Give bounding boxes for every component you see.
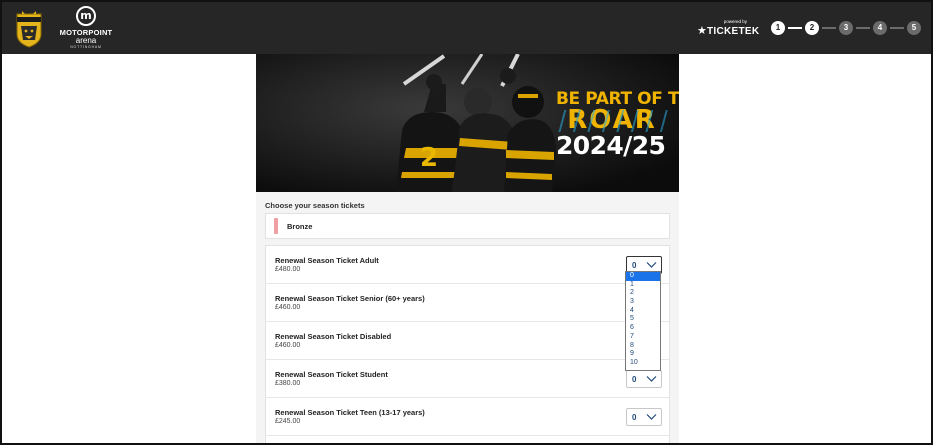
venue-sub: arena bbox=[75, 36, 97, 45]
ticket-price: £245.00 bbox=[275, 418, 301, 425]
ticket-row: Renewal Season Ticket Student £380.00 0 bbox=[266, 360, 669, 398]
ticket-price: £380.00 bbox=[275, 380, 301, 387]
ticket-row: Renewal Season Ticket Senior (60+ years)… bbox=[266, 284, 669, 322]
dropdown-option[interactable]: 1 bbox=[626, 281, 660, 290]
ticketek-wordmark: TICKETEK bbox=[707, 26, 760, 37]
ticket-name: Renewal Season Ticket Senior (60+ years) bbox=[275, 294, 425, 303]
ticket-name: Renewal Season Ticket Student bbox=[275, 370, 388, 379]
quantity-value: 0 bbox=[632, 413, 637, 422]
step-5: 5 bbox=[907, 21, 921, 35]
tier-color-bar bbox=[274, 218, 278, 234]
price-tier-header: Bronze bbox=[265, 213, 670, 239]
ticket-list: Renewal Season Ticket Adult £480.00 0 Re… bbox=[265, 245, 670, 445]
dropdown-option[interactable]: 8 bbox=[626, 342, 660, 351]
step-4: 4 bbox=[873, 21, 887, 35]
ticket-selection-panel: Choose your season tickets Bronze Renewa… bbox=[256, 192, 679, 445]
dropdown-option[interactable]: 6 bbox=[626, 324, 660, 333]
quantity-value: 0 bbox=[632, 375, 637, 384]
top-header: m MOTORPOINT arena NOTTINGHAM powered by… bbox=[0, 0, 933, 54]
dropdown-option[interactable]: 0 bbox=[626, 272, 660, 281]
motorpoint-m-icon: m bbox=[76, 6, 96, 26]
dropdown-option[interactable]: 9 bbox=[626, 350, 660, 359]
dropdown-option[interactable]: 5 bbox=[626, 315, 660, 324]
section-heading: Choose your season tickets bbox=[265, 201, 365, 210]
ticket-price: £460.00 bbox=[275, 304, 301, 311]
quantity-dropdown-list: 0 1 2 3 4 5 6 7 8 9 10 bbox=[625, 271, 661, 371]
banner-line-3: 2024/25 bbox=[556, 131, 666, 160]
dropdown-option[interactable]: 10 bbox=[626, 359, 660, 368]
step-connector bbox=[822, 27, 836, 29]
ticket-name: Renewal Season Ticket Teen (13-17 years) bbox=[275, 408, 425, 417]
step-1: 1 bbox=[771, 21, 785, 35]
ticket-row: Renewal Season Ticket Teen (13-17 years)… bbox=[266, 398, 669, 436]
ticket-name: Renewal Season Ticket Adult bbox=[275, 256, 379, 265]
chevron-down-icon bbox=[646, 414, 657, 420]
step-2: 2 bbox=[805, 21, 819, 35]
banner-line-2: ROAR bbox=[567, 105, 657, 135]
chevron-down-icon bbox=[646, 376, 657, 382]
ticket-row: Renewal Season Ticket Adult £480.00 0 bbox=[266, 246, 669, 284]
chevron-down-icon bbox=[646, 262, 657, 268]
ticket-price: £480.00 bbox=[275, 266, 301, 273]
step-connector bbox=[856, 27, 870, 29]
dropdown-option[interactable]: 2 bbox=[626, 289, 660, 298]
nottingham-panthers-crest-icon[interactable] bbox=[14, 10, 44, 48]
ticket-name: Renewal Season Ticket Disabled bbox=[275, 332, 392, 341]
dropdown-option[interactable]: 7 bbox=[626, 333, 660, 342]
jersey-number: 2 bbox=[420, 143, 438, 173]
powered-by-text: powered by bbox=[723, 19, 747, 24]
motorpoint-arena-logo[interactable]: m MOTORPOINT arena NOTTINGHAM bbox=[56, 6, 116, 50]
quantity-select[interactable]: 0 bbox=[626, 408, 662, 426]
season-banner: 2 BE PART OF THE ROAR 2024/25 bbox=[256, 54, 679, 192]
ticket-row: Renewal Season Ticket Disabled £460.00 bbox=[266, 322, 669, 360]
step-3: 3 bbox=[839, 21, 853, 35]
quantity-select[interactable]: 0 bbox=[626, 370, 662, 388]
quantity-value: 0 bbox=[632, 261, 637, 270]
dropdown-option[interactable]: 3 bbox=[626, 298, 660, 307]
step-connector bbox=[788, 27, 802, 29]
dropdown-option[interactable]: 4 bbox=[626, 307, 660, 316]
ticketek-star-icon: ★ bbox=[697, 24, 707, 37]
venue-city: NOTTINGHAM bbox=[70, 45, 102, 49]
ticket-price: £460.00 bbox=[275, 342, 301, 349]
ticketek-logo: powered by ★ TICKETEK bbox=[697, 19, 759, 39]
step-connector bbox=[890, 27, 904, 29]
tier-label: Bronze bbox=[287, 222, 313, 231]
checkout-stepper: 1 2 3 4 5 bbox=[771, 21, 921, 35]
